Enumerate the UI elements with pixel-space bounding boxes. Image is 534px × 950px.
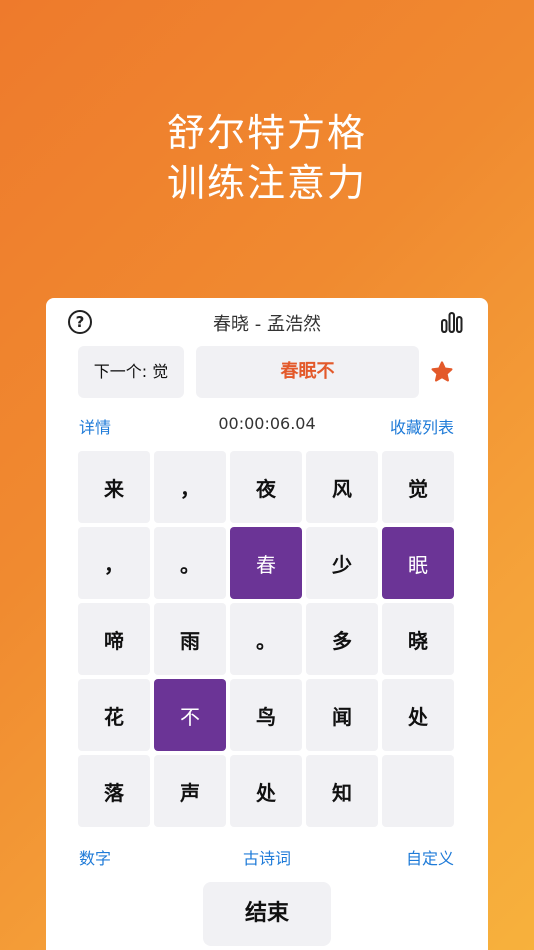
top-bar: ? 春晓 - 孟浩然 (46, 308, 488, 336)
grid-cell[interactable]: 多 (306, 603, 378, 675)
grid-cell[interactable]: 春 (230, 527, 302, 599)
grid-cell[interactable]: 来 (78, 451, 150, 523)
grid-cell[interactable]: 觉 (382, 451, 454, 523)
end-button[interactable]: 结束 (203, 882, 331, 946)
grid-cell[interactable]: 雨 (154, 603, 226, 675)
headline-line-1: 舒尔特方格 (166, 111, 367, 155)
star-icon[interactable] (430, 360, 454, 384)
grid-cell[interactable]: 不 (154, 679, 226, 751)
grid-cell[interactable]: 处 (230, 755, 302, 827)
info-row: 详情 00:00:06.04 收藏列表 (46, 414, 488, 438)
next-char-box: 下一个: 觉 (78, 346, 184, 398)
grid-cell[interactable]: 闻 (306, 679, 378, 751)
grid-cell[interactable] (382, 755, 454, 827)
grid-cell[interactable]: ， (78, 527, 150, 599)
grid-cell[interactable]: 啼 (78, 603, 150, 675)
answer-progress-box: 春眠不 (196, 346, 419, 398)
grid-cell[interactable]: 夜 (230, 451, 302, 523)
grid-cell[interactable]: 。 (230, 603, 302, 675)
mode-row: 数字 古诗词 自定义 (46, 845, 488, 869)
bar-chart-icon[interactable] (440, 311, 464, 333)
grid-cell[interactable]: 落 (78, 755, 150, 827)
headline: 舒尔特方格 训练注意力 (0, 108, 534, 208)
grid-cell[interactable]: 少 (306, 527, 378, 599)
headline-line-2: 训练注意力 (166, 161, 367, 205)
poem-title: 春晓 - 孟浩然 (213, 314, 321, 335)
grid-cell[interactable]: 声 (154, 755, 226, 827)
grid-cell[interactable]: 鸟 (230, 679, 302, 751)
mode-custom-link[interactable]: 自定义 (406, 845, 454, 869)
grid-cell[interactable]: ， (154, 451, 226, 523)
grid-cell[interactable]: 处 (382, 679, 454, 751)
grid-cell[interactable]: 晓 (382, 603, 454, 675)
grid-cell[interactable]: 风 (306, 451, 378, 523)
schulte-grid: 来，夜风觉，。春少眠啼雨。多晓花不鸟闻处落声处知 (78, 451, 456, 829)
favorites-list-link[interactable]: 收藏列表 (390, 414, 454, 438)
game-card: ? 春晓 - 孟浩然 下一个: 觉 春眠不 详情 00:00:06.04 收藏列… (46, 298, 488, 950)
grid-cell[interactable]: 知 (306, 755, 378, 827)
grid-cell[interactable]: 眠 (382, 527, 454, 599)
grid-cell[interactable]: 花 (78, 679, 150, 751)
grid-cell[interactable]: 。 (154, 527, 226, 599)
